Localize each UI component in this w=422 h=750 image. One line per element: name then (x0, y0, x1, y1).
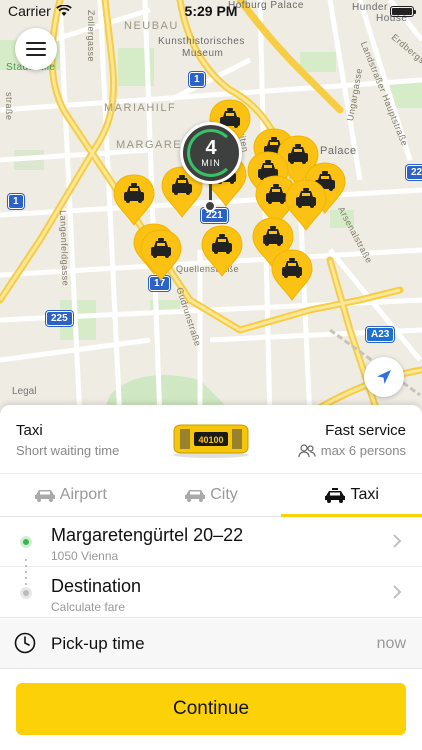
tab-airport-label: Airport (59, 486, 107, 503)
destination-hint: Calculate fare (51, 600, 126, 614)
passengers-icon (297, 443, 316, 457)
chevron-right-icon (393, 585, 402, 599)
map-label-palace: Palace (320, 145, 357, 157)
eta-progress-ring (187, 129, 235, 177)
pickup-time-value: now (376, 635, 406, 652)
pickup-dot-icon (20, 536, 32, 548)
pickup-eta-pin[interactable]: 4 MIN (180, 122, 242, 222)
taxi-pin[interactable] (139, 228, 183, 282)
pickup-address-row[interactable]: Margaretengürtel 20–22 1050 Vienna (0, 517, 422, 567)
wifi-icon (56, 5, 72, 16)
legal-link[interactable]: Legal (12, 386, 36, 397)
status-time: 5:29 PM (184, 3, 238, 19)
status-left: Carrier (8, 3, 72, 19)
tab-city-label: City (210, 486, 238, 503)
booking-sheet: Taxi Short waiting time 40100 Fast servi… (0, 405, 422, 750)
carrier-label: Carrier (8, 3, 51, 19)
eta-pin-dot (204, 200, 216, 212)
pickup-city: 1050 Vienna (51, 549, 119, 563)
location-arrow-icon (377, 370, 391, 384)
route-badge-225: 225 (46, 311, 73, 326)
feature-capacity-text: max 6 persons (320, 443, 406, 458)
car-icon (34, 490, 55, 502)
tab-city[interactable]: City (141, 474, 282, 516)
taxi-car-icon: 40100 (173, 424, 249, 458)
eta-bubble: 4 MIN (180, 122, 242, 184)
locate-me-button[interactable] (364, 357, 404, 397)
map-label-museum-2: Museum (182, 48, 224, 59)
taxi-icon (325, 487, 346, 503)
tab-taxi[interactable]: Taxi (281, 474, 422, 517)
hamburger-icon (26, 42, 46, 56)
status-bar: Carrier 5:29 PM (0, 0, 422, 22)
tab-taxi-label: Taxi (350, 486, 379, 503)
route-badge-221-right: 221 (406, 165, 422, 180)
feature-capacity: max 6 persons (297, 443, 406, 458)
service-tabs: Airport City Taxi (0, 473, 422, 517)
feature-title: Fast service (325, 422, 406, 439)
map-label-strasse-left: straße (4, 92, 14, 121)
route-badge-a23: A23 (366, 327, 395, 342)
destination-dot-icon (20, 587, 32, 599)
pickup-time-row[interactable]: Pick-up time now (0, 619, 422, 669)
taxi-car-badge-text: 40100 (198, 435, 223, 445)
pickup-address: Margaretengürtel 20–22 (51, 525, 244, 545)
service-name: Taxi (16, 422, 43, 439)
route-badge-1-left: 1 (8, 194, 24, 209)
destination-label: Destination (51, 576, 142, 596)
battery-icon (390, 5, 416, 17)
map-label-museum-1: Kunsthistorisches (158, 36, 245, 47)
chevron-right-icon (393, 534, 402, 548)
tab-airport[interactable]: Airport (0, 474, 141, 516)
route-badge-1-top: 1 (189, 72, 205, 87)
map-label-mariahilf: MARIAHILF (104, 102, 177, 114)
service-summary[interactable]: Taxi Short waiting time 40100 Fast servi… (0, 405, 422, 471)
car-icon (185, 490, 206, 502)
taxi-pin[interactable] (112, 173, 156, 227)
service-features: Fast service max 6 persons (297, 422, 406, 458)
menu-button[interactable] (15, 28, 57, 70)
taxi-pin[interactable] (200, 224, 244, 278)
map-view[interactable]: NEUBAU MARIAHILF MARGARETEN Kunsthistori… (0, 0, 422, 420)
destination-row[interactable]: Destination Calculate fare (0, 568, 422, 618)
continue-button[interactable]: Continue (16, 683, 406, 735)
service-info: Taxi Short waiting time (16, 422, 119, 458)
taxi-pin[interactable] (270, 248, 314, 302)
clock-icon (14, 632, 36, 654)
pickup-time-label: Pick-up time (51, 634, 145, 653)
service-subtitle: Short waiting time (16, 443, 120, 458)
